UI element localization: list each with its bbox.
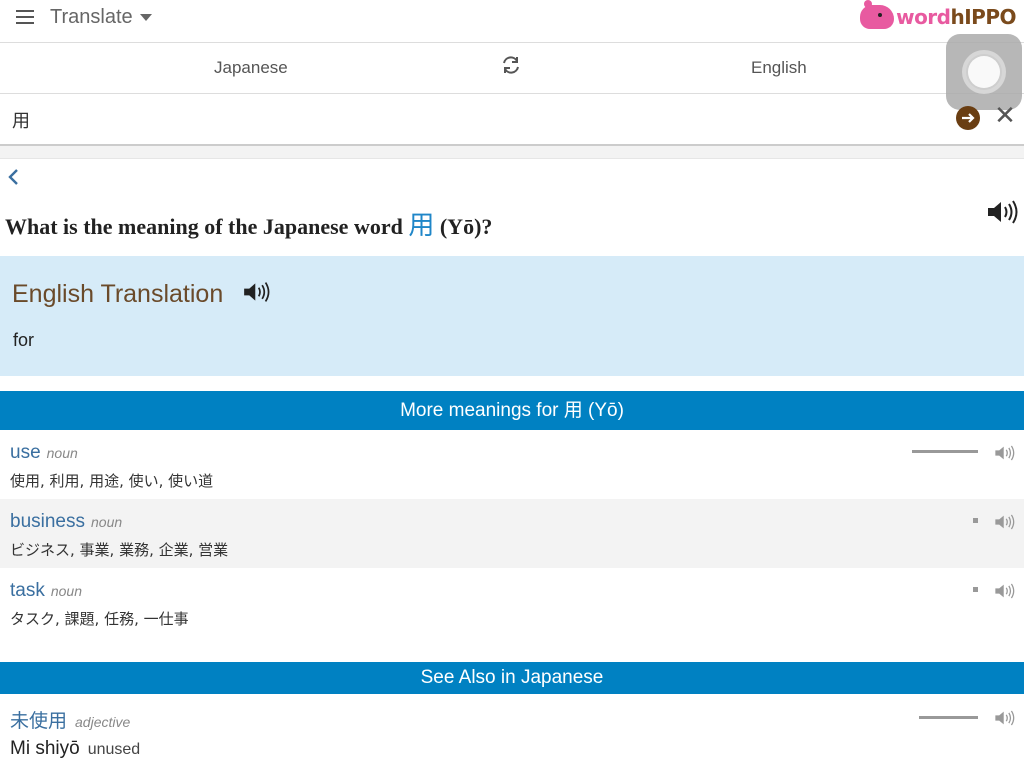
logo-hippo-text: hIPPO (950, 5, 1017, 29)
search-input[interactable] (10, 106, 914, 134)
meaning-word[interactable]: business noun (10, 511, 122, 533)
chevron-left-icon[interactable] (6, 166, 22, 188)
hippo-icon (860, 0, 895, 29)
see-also-pos: adjective (75, 714, 131, 730)
meaning-word[interactable]: use noun (10, 442, 78, 464)
translation-heading: English Translation (12, 280, 224, 308)
wordhippo-logo[interactable]: word hIPPO (860, 0, 1017, 32)
meaning-word-text[interactable]: task (10, 580, 45, 601)
meaning-pos: noun (46, 445, 78, 461)
speaker-icon[interactable] (986, 198, 1020, 226)
see-also-word[interactable]: 未使用 adjective (10, 706, 130, 733)
frequency-bar (973, 518, 978, 523)
question-word: 用 (408, 211, 435, 241)
more-meanings-header: More meanings for 用 (Yō) (0, 391, 1024, 430)
meaning-row: business noun ビジネス, 事業, 業務, 企業, 営業 (0, 499, 1024, 568)
speaker-icon[interactable] (242, 280, 272, 304)
meaning-pos: noun (91, 514, 123, 530)
question-suffix: (Yō)? (439, 214, 493, 239)
translation-panel: English Translation for (0, 256, 1024, 376)
page-question: What is the meaning of the Japanese word… (5, 205, 492, 242)
see-also-meaning: unused (87, 741, 141, 758)
see-also-romanization: Mi shiyō unused (10, 738, 140, 760)
meaning-synonyms: 使用, 利用, 用途, 使い, 使い道 (10, 472, 214, 490)
source-language[interactable]: Japanese (214, 58, 288, 78)
chevron-down-icon[interactable] (140, 14, 152, 21)
close-icon[interactable]: ✕ (994, 102, 1016, 128)
frequency-bar (973, 587, 978, 592)
language-bar: Japanese English (0, 43, 1024, 94)
arrow-right-circle-icon[interactable] (956, 106, 980, 130)
speaker-icon[interactable] (994, 582, 1016, 600)
meaning-row: task noun タスク, 課題, 任務, 一仕事 (0, 568, 1024, 637)
meaning-synonyms: ビジネス, 事業, 業務, 企業, 営業 (10, 541, 229, 559)
app-title[interactable]: Translate (50, 6, 133, 29)
see-also-roman-text: Mi shiyō (10, 738, 80, 759)
assistive-touch-dot (968, 56, 1000, 88)
see-also-word-text[interactable]: 未使用 (10, 710, 67, 732)
divider (0, 146, 1024, 159)
speaker-icon[interactable] (994, 444, 1016, 462)
question-prefix: What is the meaning of the Japanese word (5, 214, 403, 239)
speaker-icon[interactable] (994, 709, 1016, 727)
target-language[interactable]: English (751, 58, 807, 78)
meaning-pos: noun (50, 583, 83, 599)
search-row: ✕ (0, 94, 1024, 146)
meaning-word-text[interactable]: business (10, 511, 85, 532)
speaker-icon[interactable] (994, 513, 1016, 531)
swap-icon[interactable] (500, 54, 522, 76)
top-bar: Translate word hIPPO (0, 0, 1024, 43)
meaning-word-text[interactable]: use (10, 442, 41, 463)
logo-word-text: word (896, 5, 951, 29)
frequency-bar (912, 450, 978, 453)
meaning-row: use noun 使用, 利用, 用途, 使い, 使い道 (0, 430, 1024, 499)
meaning-synonyms: タスク, 課題, 任務, 一仕事 (10, 610, 189, 628)
translation-value: for (13, 330, 35, 350)
see-also-header: See Also in Japanese (0, 662, 1024, 694)
frequency-bar (919, 716, 978, 719)
meaning-word[interactable]: task noun (10, 580, 82, 602)
hamburger-icon[interactable] (16, 10, 34, 24)
